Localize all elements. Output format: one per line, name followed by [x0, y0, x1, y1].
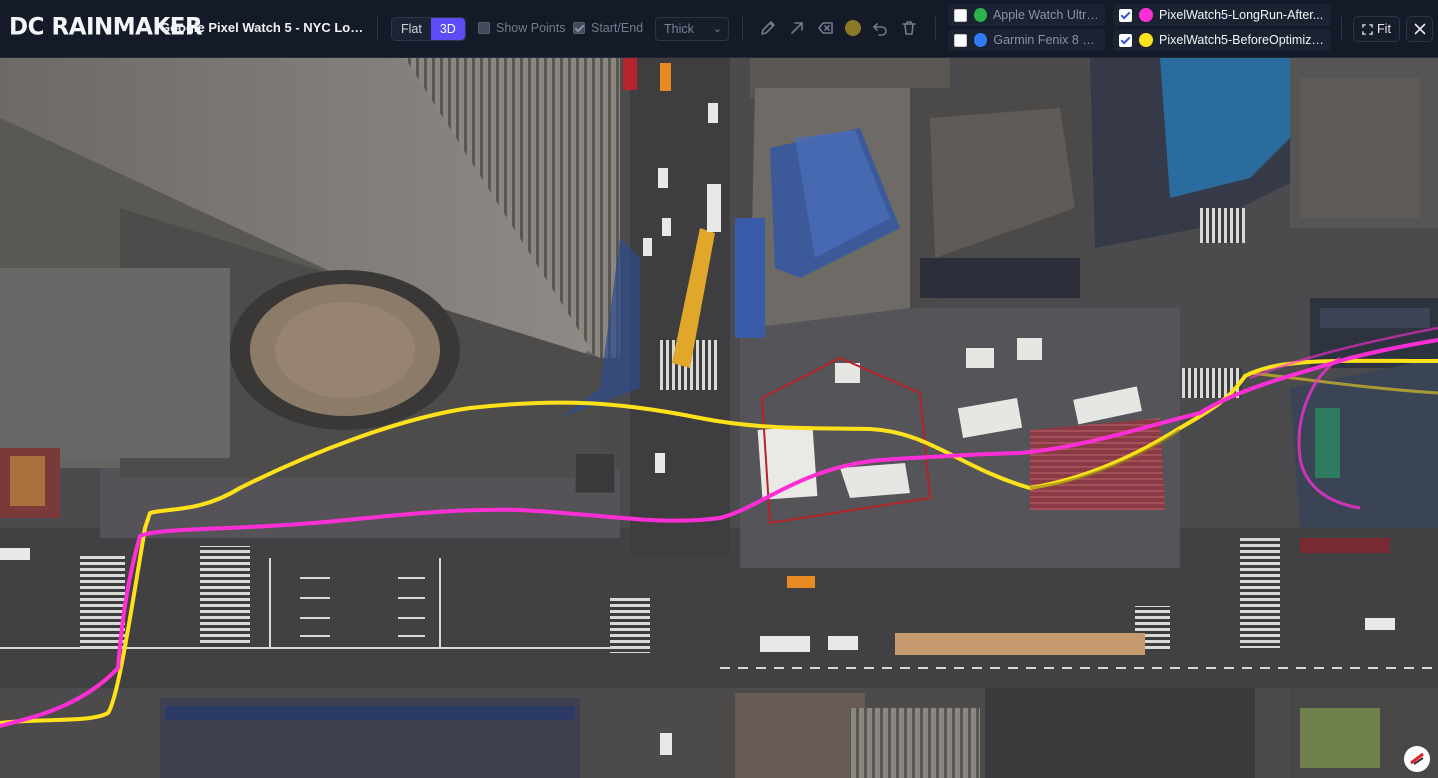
line-width-select[interactable]: Thick ⌄: [655, 17, 729, 41]
divider: [935, 17, 936, 41]
divider: [742, 17, 743, 41]
track-toggle-garmin-fenix[interactable]: Garmin Fenix 8 Pro: [948, 29, 1105, 51]
map-attribution-logo[interactable]: [1404, 746, 1430, 772]
route-title: Google Pixel Watch 5 - NYC Long R...: [160, 20, 365, 35]
chevron-down-icon: ⌄: [712, 23, 722, 35]
pencil-icon[interactable]: [759, 19, 777, 37]
map-view[interactable]: [0, 58, 1438, 778]
top-toolbar: DC RAINMAKER Google Pixel Watch 5 - NYC …: [0, 0, 1438, 58]
view-toggle: Flat 3D: [391, 17, 466, 41]
line-width-value: Thick: [664, 22, 694, 36]
fit-button[interactable]: Fit: [1353, 16, 1400, 42]
trash-icon[interactable]: [900, 19, 918, 37]
undo-icon[interactable]: [871, 19, 889, 37]
track-toggle-pixelwatch-after[interactable]: PixelWatch5-LongRun-After...: [1113, 4, 1331, 26]
track-color-dot: [973, 33, 988, 47]
compass-icon: [1410, 752, 1424, 765]
track-color-dot: [1139, 8, 1153, 22]
checkbox-box[interactable]: [573, 22, 585, 34]
track-checkbox[interactable]: [954, 8, 967, 22]
3d-view-button[interactable]: 3D: [430, 18, 465, 40]
arrow-icon[interactable]: [788, 19, 806, 37]
track-color-dot: [1139, 33, 1153, 47]
track-toggle-pixelwatch-before[interactable]: PixelWatch5-BeforeOptimiza...: [1113, 29, 1331, 51]
track-label: PixelWatch5-BeforeOptimiza...: [1159, 33, 1325, 47]
close-icon: [1413, 23, 1426, 35]
track-legend-left: Apple Watch Ultra 3 Garmin Fenix 8 Pro: [948, 4, 1105, 54]
track-checkbox[interactable]: [1119, 8, 1132, 22]
track-checkbox[interactable]: [954, 33, 967, 47]
divider: [1341, 17, 1342, 41]
checkbox-box[interactable]: [478, 22, 490, 34]
close-button[interactable]: [1406, 16, 1433, 42]
start-end-label: Start/End: [591, 21, 644, 35]
show-points-label: Show Points: [496, 21, 566, 35]
track-color-dot: [973, 8, 987, 22]
divider: [377, 17, 378, 41]
draw-color-swatch[interactable]: [845, 20, 861, 36]
show-points-checkbox[interactable]: Show Points: [478, 21, 565, 35]
track-toggle-apple-watch[interactable]: Apple Watch Ultra 3: [948, 4, 1105, 26]
flat-view-button[interactable]: Flat: [392, 18, 431, 40]
fit-label: Fit: [1377, 22, 1391, 36]
aerial-scene: [0, 58, 1438, 778]
track-label: Apple Watch Ultra 3: [992, 8, 1099, 22]
eraser-icon[interactable]: [817, 19, 835, 37]
track-legend-right: PixelWatch5-LongRun-After... PixelWatch5…: [1113, 4, 1331, 54]
expand-icon: [1362, 23, 1373, 35]
start-end-checkbox[interactable]: Start/End: [573, 21, 643, 35]
track-label: Garmin Fenix 8 Pro: [993, 33, 1099, 47]
track-label: PixelWatch5-LongRun-After...: [1159, 8, 1324, 22]
track-checkbox[interactable]: [1119, 33, 1132, 47]
